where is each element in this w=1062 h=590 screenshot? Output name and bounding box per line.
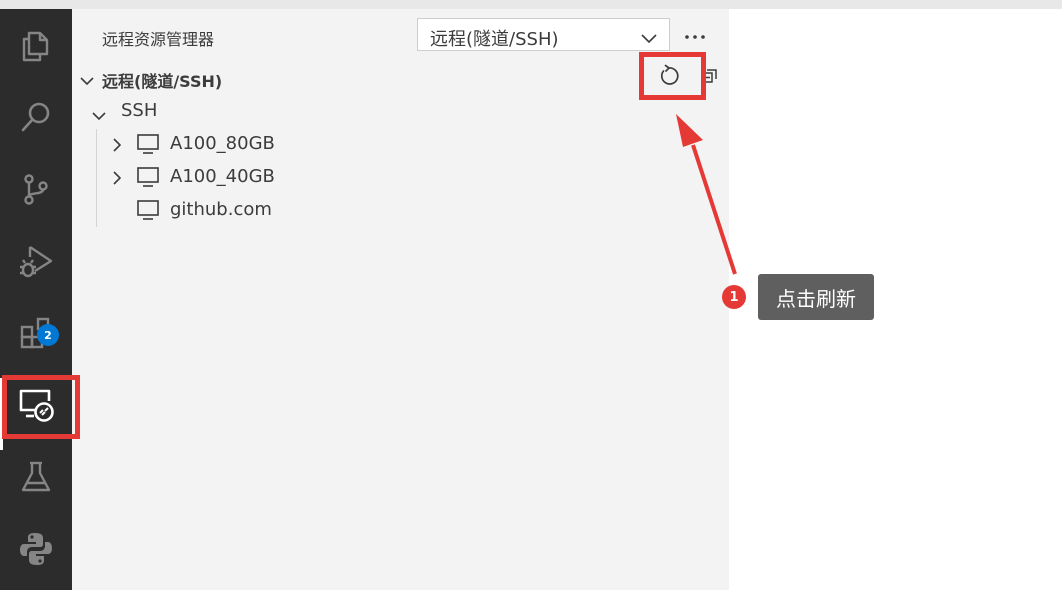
step-number-badge: 1 [722, 285, 746, 309]
annotation-arrow [676, 114, 737, 275]
annotation-tooltip: 点击刷新 [758, 274, 874, 320]
